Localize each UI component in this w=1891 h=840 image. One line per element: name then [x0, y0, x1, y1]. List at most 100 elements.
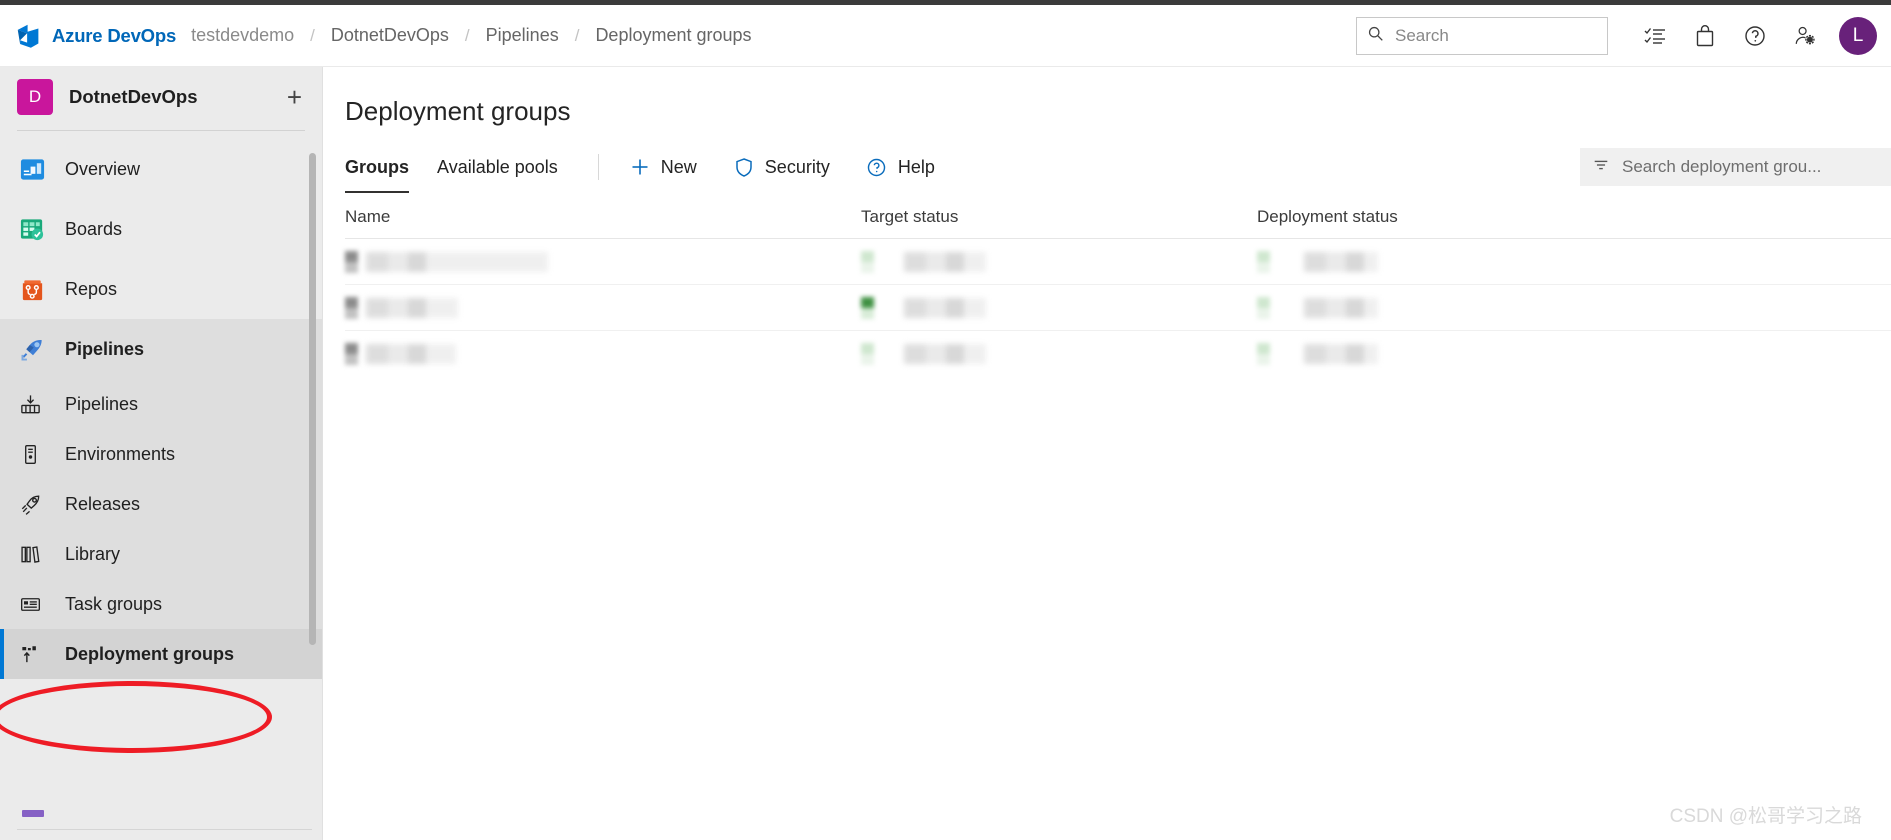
repos-icon — [17, 274, 47, 304]
new-button[interactable]: New — [621, 149, 705, 185]
tab-label: Available pools — [437, 156, 558, 177]
sidebar-item-deployment-groups[interactable]: Deployment groups — [0, 629, 322, 679]
cell-deployment-status — [1257, 343, 1891, 365]
project-sidebar: D DotnetDevOps + Overview Boards Repos P… — [0, 67, 323, 840]
sidebar-item-label: Boards — [65, 218, 123, 239]
boards-tasks-icon[interactable] — [1637, 18, 1673, 54]
content-toolbar: Groups Available pools New Security Help… — [323, 141, 1891, 193]
project-badge: D — [17, 79, 53, 115]
redacted-marker — [345, 296, 358, 319]
breadcrumb-item-project[interactable]: DotnetDevOps — [329, 25, 451, 46]
global-search-box[interactable] — [1356, 16, 1608, 55]
filter-icon — [1592, 156, 1610, 179]
project-name[interactable]: DotnetDevOps — [69, 86, 283, 108]
redacted-marker — [861, 343, 874, 365]
tab-label: Groups — [345, 156, 410, 177]
sidebar-bottom-divider — [17, 829, 312, 830]
page-title: Deployment groups — [345, 96, 571, 126]
column-header-deployment-status[interactable]: Deployment status — [1257, 207, 1891, 227]
sidebar-item-label: Environments — [65, 443, 176, 464]
status-marker-success — [861, 296, 874, 319]
redacted-text — [904, 297, 986, 318]
column-header-name[interactable]: Name — [345, 207, 861, 227]
table-row[interactable] — [345, 285, 1891, 331]
security-button[interactable]: Security — [725, 149, 838, 185]
azure-devops-logo-icon[interactable] — [12, 19, 46, 53]
redacted-marker — [1257, 250, 1270, 273]
sidebar-item-overview[interactable]: Overview — [0, 139, 322, 199]
redacted-marker — [345, 343, 358, 365]
marketplace-bag-icon[interactable] — [1687, 18, 1723, 54]
toolbar-separator — [597, 154, 599, 180]
column-header-target-status[interactable]: Target status — [861, 207, 1257, 227]
user-settings-icon[interactable] — [1787, 18, 1823, 54]
security-button-label: Security — [764, 156, 830, 177]
sidebar-nav: Overview Boards Repos Pipelines Pipeline… — [0, 131, 322, 679]
shield-icon — [733, 156, 755, 178]
table-row[interactable] — [345, 239, 1891, 285]
sidebar-item-boards[interactable]: Boards — [0, 199, 322, 259]
cell-target-status — [861, 250, 1257, 273]
global-search-input[interactable] — [1395, 25, 1597, 46]
redacted-text — [904, 344, 986, 364]
table-header-row: Name Target status Deployment status — [345, 207, 1891, 239]
breadcrumb-separator: / — [310, 25, 315, 45]
plus-icon — [629, 156, 651, 178]
redacted-marker — [1257, 296, 1270, 319]
cell-name — [345, 250, 861, 273]
breadcrumb-item-deployment-groups[interactable]: Deployment groups — [593, 25, 753, 46]
page-body: D DotnetDevOps + Overview Boards Repos P… — [0, 67, 1891, 840]
redacted-text — [1304, 251, 1378, 272]
sidebar-scrollbar[interactable] — [309, 153, 316, 645]
sidebar-item-label: Releases — [65, 493, 141, 514]
help-question-icon[interactable] — [1737, 18, 1773, 54]
breadcrumb-item-organization[interactable]: testdevdemo — [189, 25, 296, 46]
annotation-ellipse — [0, 681, 272, 753]
tab-groups[interactable]: Groups — [345, 141, 410, 193]
overview-icon — [17, 154, 47, 184]
redacted-text — [904, 251, 986, 272]
sidebar-hub-pipelines: Pipelines Pipelines Environments Release… — [0, 319, 322, 679]
redacted-text — [1304, 297, 1378, 318]
table-row[interactable] — [345, 331, 1891, 377]
sidebar-item-pipelines[interactable]: Pipelines — [0, 379, 322, 429]
avatar[interactable]: L — [1839, 16, 1877, 55]
cell-deployment-status — [1257, 296, 1891, 319]
sidebar-item-library[interactable]: Library — [0, 529, 322, 579]
help-button-label: Help — [897, 156, 935, 177]
deployment-groups-filter-input[interactable] — [1622, 157, 1879, 177]
sidebar-item-pipelines-hub[interactable]: Pipelines — [0, 319, 322, 379]
sidebar-item-label: Task groups — [65, 593, 163, 614]
breadcrumb-item-pipelines[interactable]: Pipelines — [484, 25, 561, 46]
sidebar-partial-item-icon — [22, 810, 44, 817]
sidebar-item-label: Pipelines — [65, 393, 139, 414]
add-new-button[interactable]: + — [283, 84, 306, 110]
deployment-groups-filter-box[interactable] — [1580, 148, 1891, 186]
help-button[interactable]: Help — [858, 149, 943, 185]
cell-deployment-status — [1257, 250, 1891, 273]
redacted-marker — [861, 250, 874, 273]
main-content: Deployment groups Groups Available pools… — [323, 67, 1891, 840]
sidebar-item-label: Repos — [65, 278, 118, 299]
deployment-groups-icon — [17, 641, 43, 667]
sidebar-item-environments[interactable]: Environments — [0, 429, 322, 479]
redacted-text — [366, 344, 456, 364]
library-books-icon — [17, 541, 43, 567]
releases-rocket-icon — [17, 491, 43, 517]
tab-available-pools[interactable]: Available pools — [437, 141, 558, 193]
task-groups-icon — [17, 591, 43, 617]
breadcrumb: testdevdemo / DotnetDevOps / Pipelines /… — [189, 25, 753, 46]
sidebar-item-label: Pipelines — [65, 338, 145, 359]
project-header[interactable]: D DotnetDevOps + — [0, 67, 322, 127]
redacted-text — [366, 251, 548, 272]
cell-name — [345, 343, 861, 365]
brand-title[interactable]: Azure DevOps — [52, 25, 176, 47]
redacted-marker — [345, 250, 358, 273]
watermark: CSDN @松哥学习之路 — [1669, 806, 1862, 827]
new-button-label: New — [660, 156, 697, 177]
sidebar-item-releases[interactable]: Releases — [0, 479, 322, 529]
sidebar-item-label: Library — [65, 543, 121, 564]
sidebar-item-task-groups[interactable]: Task groups — [0, 579, 322, 629]
cell-name — [345, 296, 861, 319]
sidebar-item-repos[interactable]: Repos — [0, 259, 322, 319]
